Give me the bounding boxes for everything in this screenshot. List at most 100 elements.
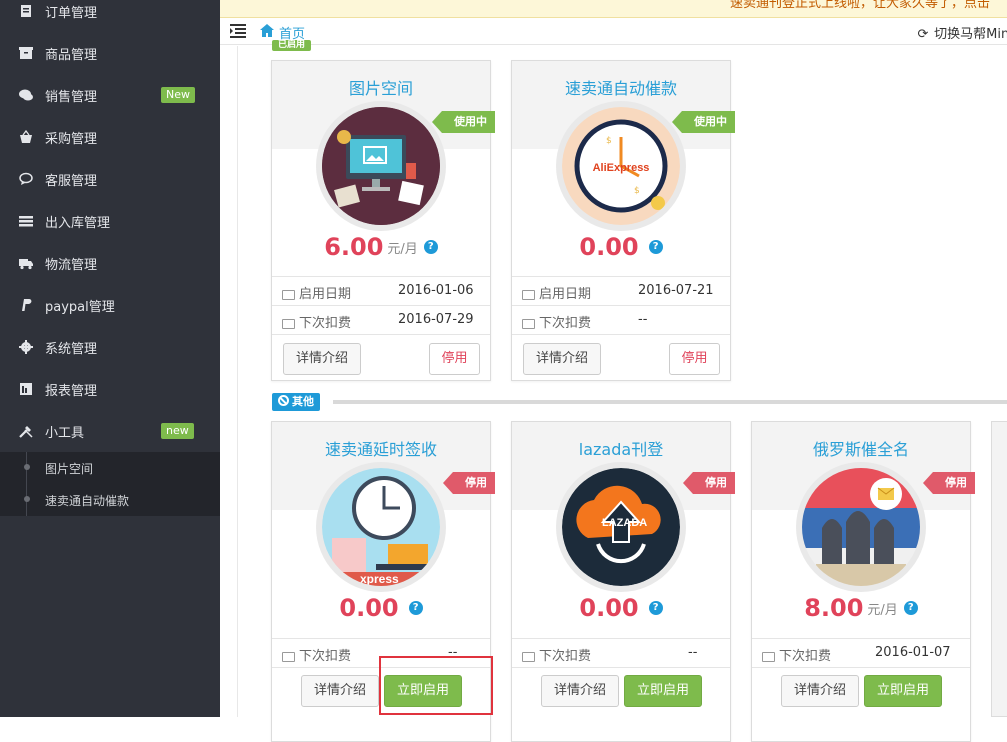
app-card-auto-reminder: 速卖通自动催款 AliExpress $ $ 使用中 0.00? 启用日期 20… bbox=[511, 60, 735, 382]
switch-label: 切换马帮Mini bbox=[934, 27, 1007, 42]
detail-button[interactable]: 详情介绍 bbox=[541, 675, 619, 707]
price-unit: 元/月 bbox=[867, 602, 898, 618]
help-icon[interactable]: ? bbox=[648, 240, 663, 254]
row-label: 下次扣费 bbox=[299, 649, 352, 664]
lazada-upload-icon: LAZADA bbox=[562, 468, 680, 586]
submenu-item-label: 图片空间 bbox=[45, 462, 94, 476]
refresh-icon: ⟳ bbox=[917, 27, 929, 42]
enable-button[interactable]: 立即启用 bbox=[624, 675, 702, 707]
monitor-icon bbox=[322, 107, 440, 225]
sidebar-item-sales[interactable]: 销售管理 New bbox=[0, 74, 220, 116]
row-value: 2016-07-21 bbox=[638, 283, 714, 298]
sidebar-item-orders[interactable]: 订单管理 bbox=[0, 0, 220, 32]
sidebar-item-reports[interactable]: 报表管理 bbox=[0, 368, 220, 410]
card-logo: xpress bbox=[316, 462, 446, 592]
sidebar-item-label: 物流管理 bbox=[45, 258, 98, 273]
card-payment-icon bbox=[282, 651, 295, 662]
section-divider bbox=[333, 400, 1007, 404]
sidebar-item-label: 客服管理 bbox=[45, 174, 98, 189]
help-icon[interactable]: ? bbox=[648, 601, 663, 615]
card-actions: 详情介绍 停用 bbox=[272, 334, 490, 382]
sidebar-item-service[interactable]: 客服管理 bbox=[0, 158, 220, 200]
card-price: 0.00? bbox=[272, 594, 490, 622]
card-payment-icon bbox=[282, 318, 295, 329]
sidebar-item-logistics[interactable]: 物流管理 bbox=[0, 242, 220, 284]
next-charge-row: 下次扣费 -- bbox=[512, 305, 730, 333]
notice-text[interactable]: 速卖通刊登正式上线啦，让大家久等了，点击 bbox=[730, 0, 990, 11]
price-amount: 0.00 bbox=[579, 594, 639, 622]
sidebar-item-warehouse[interactable]: 出入库管理 bbox=[0, 200, 220, 242]
new-badge: New bbox=[161, 87, 195, 103]
bullet-icon bbox=[24, 496, 30, 502]
sidebar-item-label: 销售管理 bbox=[45, 90, 98, 105]
card-payment-icon bbox=[522, 651, 535, 662]
price-amount: 0.00 bbox=[579, 233, 639, 261]
app-card-russia-fullname: 俄罗斯催全名 停用 8.00 元/月? 下次扣费 2016-01-07 详情介绍 … bbox=[751, 421, 975, 742]
row-label: 下次扣费 bbox=[299, 316, 352, 331]
card-payment-icon bbox=[762, 651, 775, 662]
detail-button[interactable]: 详情介绍 bbox=[301, 675, 379, 707]
card-title[interactable]: 速卖通自动催款 bbox=[512, 75, 730, 99]
switch-button[interactable]: ⟳ 切换马帮Mini bbox=[916, 23, 1007, 42]
sidebar-item-label: paypal管理 bbox=[45, 300, 115, 315]
sidebar-item-system[interactable]: 系统管理 bbox=[0, 326, 220, 368]
row-label: 下次扣费 bbox=[539, 649, 592, 664]
card-actions: 详情介绍 立即启用 bbox=[512, 667, 730, 715]
sidebar-item-paypal[interactable]: paypal管理 bbox=[0, 284, 220, 326]
card-actions: 详情介绍 停用 bbox=[512, 334, 730, 382]
notice-bar: 速卖通刊登正式上线啦，让大家久等了，点击 bbox=[220, 0, 1007, 18]
help-icon[interactable]: ? bbox=[408, 601, 423, 615]
row-value: -- bbox=[688, 645, 698, 660]
truck-icon bbox=[19, 259, 33, 270]
sidebar-item-label: 商品管理 bbox=[45, 48, 98, 63]
detail-button[interactable]: 详情介绍 bbox=[283, 343, 361, 375]
card-title[interactable]: lazada刊登 bbox=[512, 436, 730, 460]
status-ribbon: 使用中 bbox=[672, 111, 735, 133]
disable-button[interactable]: 停用 bbox=[429, 343, 480, 375]
sidebar-item-purchase[interactable]: 采购管理 bbox=[0, 116, 220, 158]
detail-button[interactable]: 详情介绍 bbox=[781, 675, 859, 707]
svg-text:$: $ bbox=[634, 186, 640, 196]
sidebar-item-tools[interactable]: 小工具 new bbox=[0, 410, 220, 452]
submenu-item-label: 速卖通自动催款 bbox=[45, 494, 130, 508]
card-title[interactable]: 俄罗斯催全名 bbox=[752, 436, 970, 460]
sidebar-item-label: 小工具 bbox=[45, 426, 85, 441]
sidebar-item-products[interactable]: 商品管理 bbox=[0, 32, 220, 74]
chat-icon bbox=[19, 89, 33, 101]
app-card-image-space: 图片空间 使用中 6.00元/月? 启用日期 2016-01-06 下次扣费 bbox=[271, 60, 495, 382]
status-ribbon: 停用 bbox=[683, 472, 735, 494]
enable-button[interactable]: 立即启用 bbox=[864, 675, 942, 707]
sidebar-item-label: 系统管理 bbox=[45, 342, 98, 357]
sidebar-item-label: 订单管理 bbox=[45, 6, 98, 21]
card-title[interactable]: 速卖通延时签收 bbox=[272, 436, 490, 460]
menu-toggle-icon[interactable] bbox=[230, 24, 246, 38]
help-icon[interactable]: ? bbox=[423, 240, 438, 254]
help-icon[interactable]: ? bbox=[903, 601, 918, 615]
basket-icon bbox=[20, 130, 32, 143]
status-ribbon: 停用 bbox=[443, 472, 495, 494]
row-label: 下次扣费 bbox=[539, 316, 592, 331]
calendar-icon bbox=[522, 289, 535, 300]
card-logo: LAZADA bbox=[556, 462, 686, 592]
sidebar-item-label: 报表管理 bbox=[45, 384, 98, 399]
status-ribbon: 停用 bbox=[923, 472, 975, 494]
box-icon bbox=[19, 47, 33, 59]
price-amount: 8.00 bbox=[804, 594, 864, 622]
card-logo: AliExpress $ $ bbox=[556, 101, 686, 231]
start-date-row: 启用日期 2016-07-21 bbox=[512, 276, 730, 304]
calendar-icon bbox=[282, 289, 295, 300]
gear-icon bbox=[19, 340, 33, 354]
disable-button[interactable]: 停用 bbox=[669, 343, 720, 375]
next-charge-row: 下次扣费 -- bbox=[512, 638, 730, 666]
delivery-clock-icon: xpress bbox=[322, 468, 440, 586]
detail-button[interactable]: 详情介绍 bbox=[523, 343, 601, 375]
russia-church-icon bbox=[802, 468, 920, 586]
submenu-item-image-space[interactable]: 图片空间 bbox=[0, 452, 220, 484]
submenu-item-auto-reminder[interactable]: 速卖通自动催款 bbox=[0, 484, 220, 516]
row-value: 2016-01-06 bbox=[398, 283, 474, 298]
card-title[interactable]: 图片空间 bbox=[272, 75, 490, 99]
top-bar: 首页 ⟳ 切换马帮Mini bbox=[220, 18, 1007, 45]
row-value: -- bbox=[638, 312, 648, 327]
clipboard-icon bbox=[21, 5, 31, 17]
sidebar-item-label: 采购管理 bbox=[45, 132, 98, 147]
